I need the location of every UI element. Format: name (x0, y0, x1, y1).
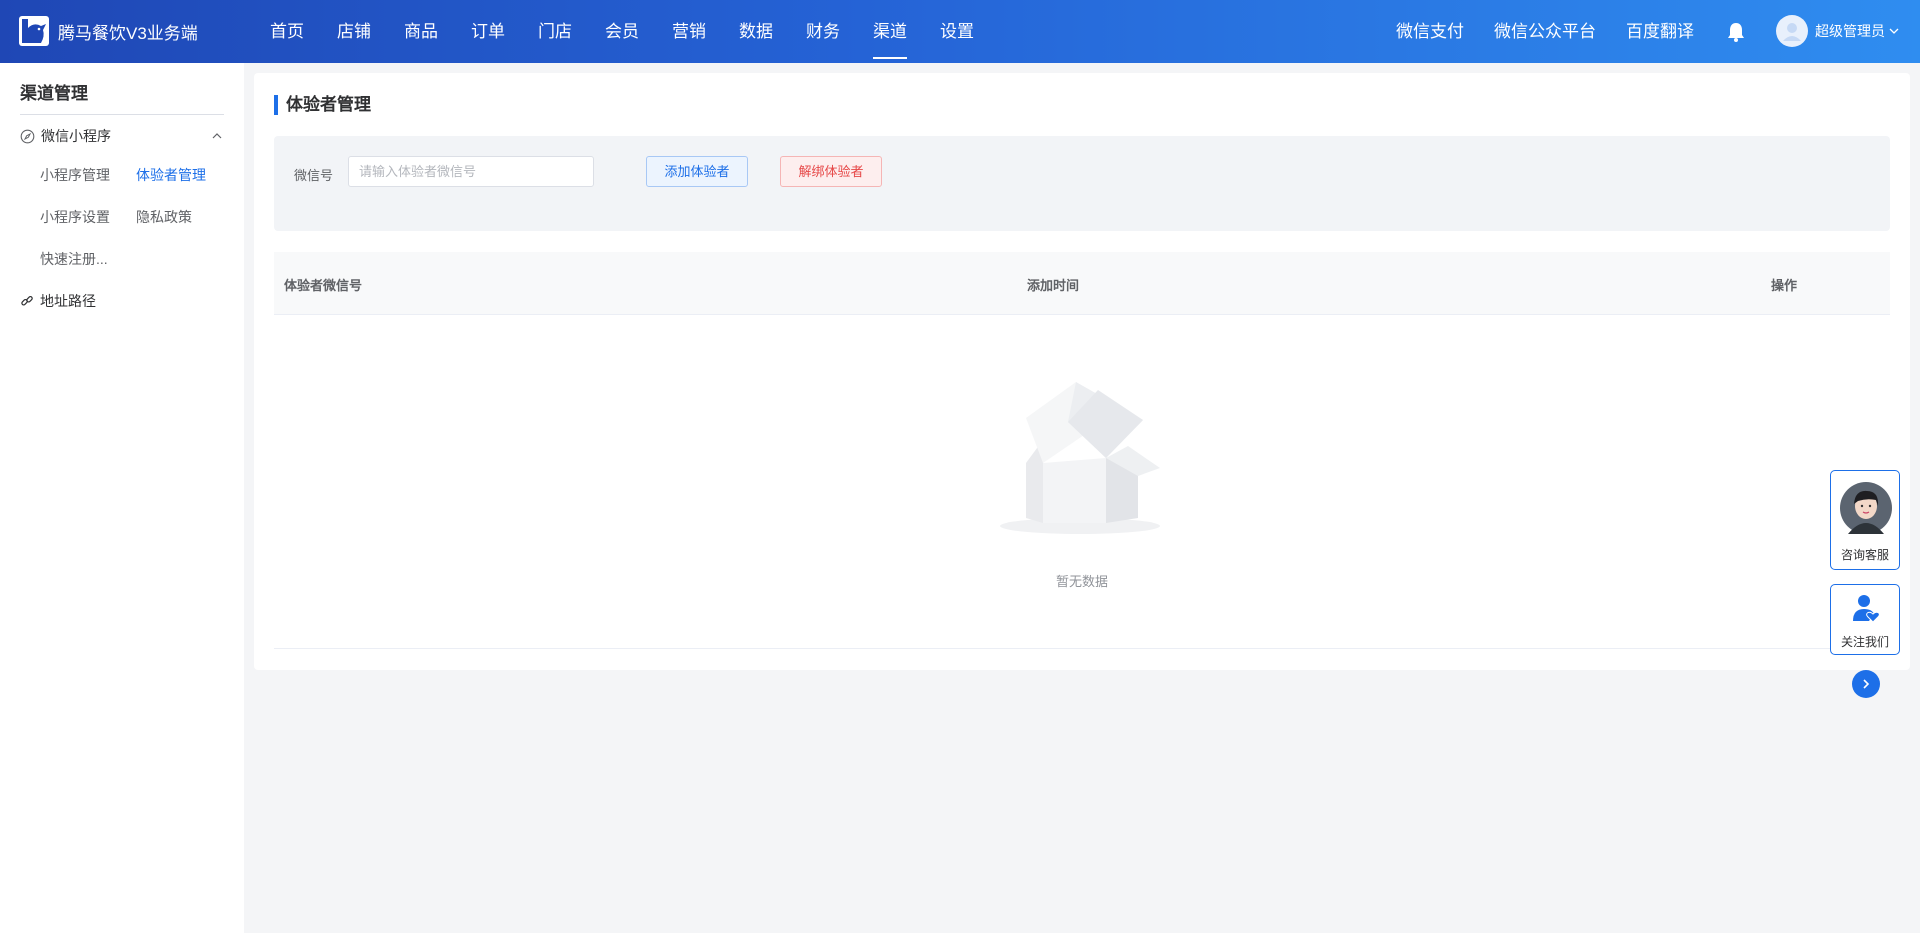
sidebar-item-mini-program-manage[interactable]: 小程序管理 (40, 165, 110, 185)
nav-marketing[interactable]: 营销 (672, 0, 706, 63)
sidebar-item-address-path[interactable]: 地址路径 (20, 291, 96, 311)
agent-avatar-icon (1840, 482, 1892, 534)
consult-service-label: 咨询客服 (1840, 548, 1889, 562)
sidebar-item-privacy-policy[interactable]: 隐私政策 (136, 207, 192, 227)
avatar (1776, 15, 1808, 47)
follow-us-label: 关注我们 (1840, 635, 1889, 649)
chevron-down-icon (1889, 28, 1899, 34)
sidebar-item-mini-program-settings[interactable]: 小程序设置 (40, 207, 110, 227)
main-card: 体验者管理 微信号 添加体验者 解绑体验者 体验者微信号 添加时间 操作 暂无数… (254, 73, 1910, 670)
sidebar-group-label: 微信小程序 (41, 128, 111, 144)
nav-home[interactable]: 首页 (270, 0, 304, 63)
link-wechat-official[interactable]: 微信公众平台 (1494, 0, 1596, 63)
main-nav: 首页 店铺 商品 订单 门店 会员 营销 数据 财务 渠道 设置 (270, 0, 1007, 63)
bell-icon[interactable] (1726, 21, 1746, 43)
chevron-right-icon (1863, 679, 1870, 689)
user-name: 超级管理员 (1815, 23, 1885, 39)
consult-service-button[interactable]: 咨询客服 (1830, 470, 1900, 570)
unbind-tester-button[interactable]: 解绑体验者 (780, 156, 882, 187)
sidebar-item-label: 地址路径 (40, 293, 96, 309)
sidebar-group-mini-program[interactable]: 微信小程序 (20, 124, 224, 148)
nav-data[interactable]: 数据 (739, 0, 773, 63)
link-baidu-translate[interactable]: 百度翻译 (1626, 0, 1694, 63)
nav-settings[interactable]: 设置 (940, 0, 974, 63)
link-icon (21, 295, 33, 306)
nav-finance[interactable]: 财务 (806, 0, 840, 63)
page-title: 体验者管理 (274, 95, 371, 115)
nav-shop[interactable]: 店铺 (337, 0, 371, 63)
nav-stores[interactable]: 门店 (538, 0, 572, 63)
column-header-actions: 操作 (1771, 278, 1798, 293)
table-header: 体验者微信号 添加时间 操作 (274, 252, 1890, 315)
header-links: 微信支付 微信公众平台 百度翻译 (1396, 0, 1724, 63)
compass-icon (20, 129, 35, 143)
collapse-float-button[interactable] (1852, 670, 1880, 698)
wechat-id-label: 微信号 (294, 168, 334, 183)
nav-channels[interactable]: 渠道 (873, 0, 907, 63)
table-bottom-divider (274, 648, 1890, 649)
empty-text: 暂无数据 (1055, 574, 1108, 589)
nav-members[interactable]: 会员 (605, 0, 639, 63)
link-wechat-pay[interactable]: 微信支付 (1396, 0, 1464, 63)
user-heart-icon (1853, 595, 1880, 623)
nav-orders[interactable]: 订单 (471, 0, 505, 63)
app-logo (19, 16, 49, 46)
brand[interactable]: 腾马餐饮V3业务端 (19, 15, 198, 47)
empty-box-icon (1000, 382, 1160, 534)
add-tester-button[interactable]: 添加体验者 (646, 156, 748, 187)
column-header-added-time: 添加时间 (1027, 278, 1080, 293)
sidebar-item-quick-register[interactable]: 快速注册... (40, 249, 108, 269)
filter-panel: 微信号 添加体验者 解绑体验者 (274, 136, 1890, 231)
user-menu[interactable]: 超级管理员 (1776, 15, 1899, 47)
sidebar: 渠道管理 微信小程序 小程序管理 体验者管理 小程序设置 隐私政策 快速注册..… (0, 63, 244, 933)
column-header-wechat-id: 体验者微信号 (284, 278, 363, 293)
nav-goods[interactable]: 商品 (404, 0, 438, 63)
app-name: 腾马餐饮V3业务端 (58, 23, 198, 43)
chevron-up-icon (212, 133, 222, 139)
sidebar-item-tester-manage[interactable]: 体验者管理 (136, 165, 206, 185)
sidebar-title: 渠道管理 (20, 84, 88, 103)
top-header: 腾马餐饮V3业务端 首页 店铺 商品 订单 门店 会员 营销 数据 财务 渠道 … (0, 0, 1920, 63)
sidebar-divider (20, 114, 224, 115)
follow-us-button[interactable]: 关注我们 (1830, 584, 1900, 655)
wechat-id-input[interactable] (348, 156, 594, 187)
